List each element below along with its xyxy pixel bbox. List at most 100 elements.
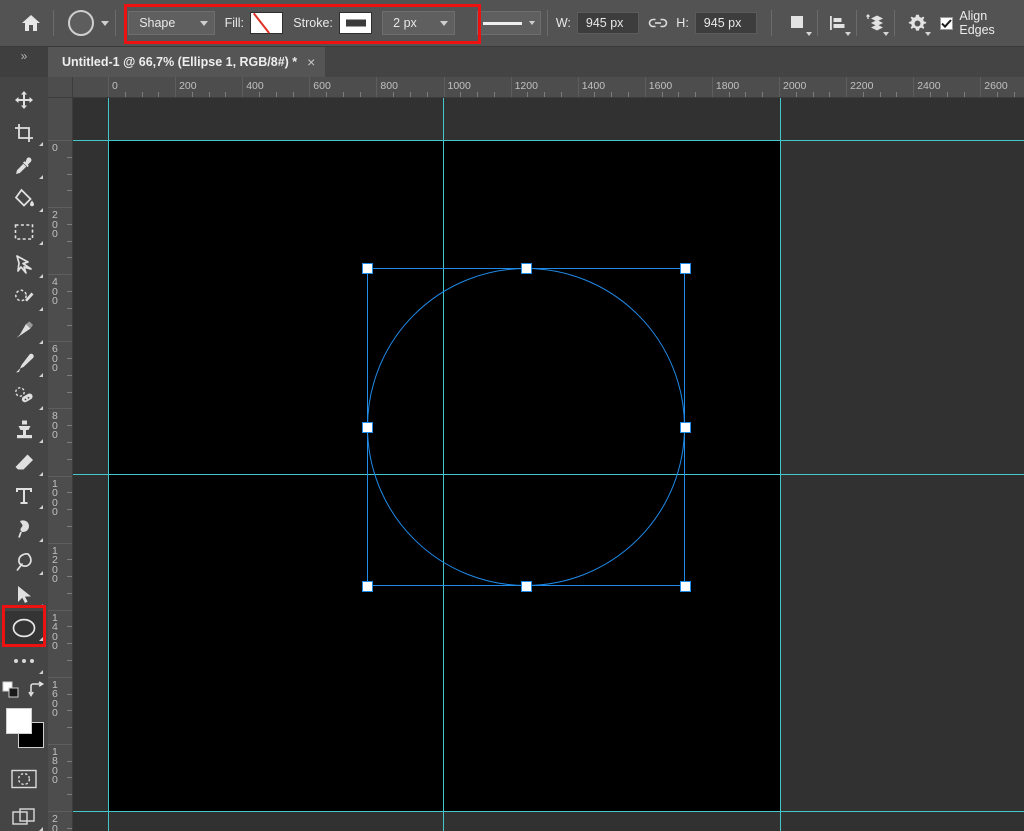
tools-panel bbox=[0, 77, 48, 831]
chevron-down-icon bbox=[200, 21, 208, 26]
horizontal-ruler[interactable]: 0200400600800100012001400160018002000220… bbox=[73, 77, 1024, 98]
sidebar-item-object-selection-tool[interactable] bbox=[2, 281, 46, 314]
sidebar-item-lasso-tool[interactable] bbox=[2, 248, 46, 281]
sidebar-item-pen-tool[interactable] bbox=[2, 545, 46, 578]
sidebar-item-gradient-tool[interactable] bbox=[2, 314, 46, 347]
ruler-tick bbox=[48, 677, 72, 678]
ruler-minor-tick bbox=[796, 92, 797, 97]
home-button[interactable] bbox=[14, 6, 47, 40]
link-dimensions-button[interactable] bbox=[645, 10, 670, 36]
ruler-minor-tick bbox=[393, 92, 394, 97]
default-colors-button[interactable] bbox=[2, 681, 20, 704]
height-input[interactable]: 945 px bbox=[695, 12, 757, 34]
ruler-minor-tick bbox=[67, 241, 72, 242]
pen-icon bbox=[14, 552, 34, 572]
ruler-minor-tick bbox=[695, 92, 696, 97]
foreground-background-colors[interactable] bbox=[2, 708, 46, 754]
sidebar-item-eyedropper-tool[interactable] bbox=[2, 149, 46, 182]
ruler-tick bbox=[108, 77, 109, 97]
align-edges-checkbox[interactable]: Align Edges bbox=[940, 9, 1024, 37]
sidebar-item-more-tools[interactable] bbox=[2, 644, 46, 677]
stroke-width-select[interactable]: 2 px bbox=[382, 11, 455, 35]
width-input[interactable]: 945 px bbox=[577, 12, 639, 34]
foreground-color-swatch[interactable] bbox=[6, 708, 32, 734]
flyout-triangle-icon bbox=[39, 472, 43, 476]
ruler-tick bbox=[309, 77, 310, 97]
checkbox-box bbox=[940, 17, 953, 30]
ruler-minor-tick bbox=[67, 492, 72, 493]
tool-preset-picker[interactable] bbox=[68, 10, 109, 36]
stroke-swatch[interactable] bbox=[339, 12, 372, 34]
vertical-ruler[interactable]: 0200400600800100012001400160018002000 bbox=[48, 98, 73, 831]
ruler-minor-tick bbox=[67, 425, 72, 426]
move-icon bbox=[14, 90, 34, 110]
sidebar-item-type-tool[interactable] bbox=[2, 479, 46, 512]
flyout-triangle-icon bbox=[39, 406, 43, 410]
ruler-minor-tick bbox=[67, 660, 72, 661]
close-icon[interactable]: × bbox=[307, 54, 315, 70]
handle-middle-right[interactable] bbox=[680, 422, 691, 433]
ruler-minor-tick bbox=[67, 593, 72, 594]
divider bbox=[547, 10, 548, 36]
handle-bottom-center[interactable] bbox=[521, 581, 532, 592]
path-arrangement-button[interactable] bbox=[863, 10, 888, 36]
ruler-minor-tick bbox=[67, 777, 72, 778]
ruler-minor-tick bbox=[158, 92, 159, 97]
canvas-area[interactable] bbox=[73, 98, 1024, 831]
fill-swatch[interactable] bbox=[250, 12, 283, 34]
ruler-corner bbox=[48, 77, 73, 98]
document-tab[interactable]: Untitled-1 @ 66,7% (Ellipse 1, RGB/8#) *… bbox=[48, 47, 325, 77]
default-colors-icon bbox=[2, 681, 20, 699]
ruler-label: 2400 bbox=[917, 80, 940, 92]
path-alignment-button[interactable] bbox=[824, 10, 849, 36]
sidebar-item-crop-tool[interactable] bbox=[2, 116, 46, 149]
ruler-minor-tick bbox=[427, 92, 428, 97]
sidebar-item-paint-bucket-tool[interactable] bbox=[2, 182, 46, 215]
guide-horizontal-2000[interactable] bbox=[73, 811, 1024, 812]
ruler-minor-tick bbox=[209, 92, 210, 97]
fill-label: Fill: bbox=[225, 16, 244, 30]
quick-mask-button[interactable] bbox=[2, 762, 46, 795]
path-operations-button[interactable] bbox=[786, 10, 811, 36]
sidebar-item-brush-tool[interactable] bbox=[2, 347, 46, 380]
screen-mode-icon bbox=[12, 808, 36, 828]
ruler-minor-tick bbox=[410, 92, 411, 97]
handle-top-left[interactable] bbox=[362, 263, 373, 274]
ruler-label: 1000 bbox=[52, 480, 62, 518]
screen-mode-button[interactable] bbox=[2, 801, 46, 831]
ruler-minor-tick bbox=[964, 92, 965, 97]
handle-bottom-left[interactable] bbox=[362, 581, 373, 592]
guide-horizontal-0[interactable] bbox=[73, 140, 1024, 141]
ruler-minor-tick bbox=[628, 92, 629, 97]
handle-middle-left[interactable] bbox=[362, 422, 373, 433]
swap-colors-button[interactable] bbox=[28, 681, 46, 704]
sidebar-item-path-selection-tool[interactable] bbox=[2, 578, 46, 611]
shape-mode-select[interactable]: Shape bbox=[128, 11, 214, 35]
panel-expander-button[interactable]: » bbox=[0, 47, 48, 77]
ruler-minor-tick bbox=[259, 92, 260, 97]
handle-top-center[interactable] bbox=[521, 263, 532, 274]
ruler-minor-tick bbox=[494, 92, 495, 97]
ruler-minor-tick bbox=[192, 92, 193, 97]
stroke-style-select[interactable] bbox=[477, 11, 541, 35]
sidebar-item-ellipse-tool[interactable] bbox=[2, 611, 46, 644]
handle-top-right[interactable] bbox=[680, 263, 691, 274]
sidebar-item-rectangular-marquee-tool[interactable] bbox=[2, 215, 46, 248]
ruler-minor-tick bbox=[125, 92, 126, 97]
geometry-settings-button[interactable] bbox=[905, 10, 930, 36]
sidebar-item-eraser-tool[interactable] bbox=[2, 446, 46, 479]
sidebar-item-move-tool[interactable] bbox=[2, 83, 46, 116]
handle-bottom-right[interactable] bbox=[680, 581, 691, 592]
path-arrangement-icon bbox=[865, 14, 885, 32]
ruler-label: 800 bbox=[380, 80, 398, 92]
sidebar-item-dodge-tool[interactable] bbox=[2, 512, 46, 545]
ruler-minor-tick bbox=[67, 224, 72, 225]
ruler-tick bbox=[48, 543, 72, 544]
ruler-minor-tick bbox=[896, 92, 897, 97]
guide-vertical-2000[interactable] bbox=[780, 98, 781, 831]
ruler-minor-tick bbox=[67, 325, 72, 326]
sidebar-item-clone-stamp-tool[interactable] bbox=[2, 413, 46, 446]
sidebar-item-healing-brush-tool[interactable] bbox=[2, 380, 46, 413]
guide-vertical-0[interactable] bbox=[108, 98, 109, 831]
ruler-tick bbox=[48, 408, 72, 409]
